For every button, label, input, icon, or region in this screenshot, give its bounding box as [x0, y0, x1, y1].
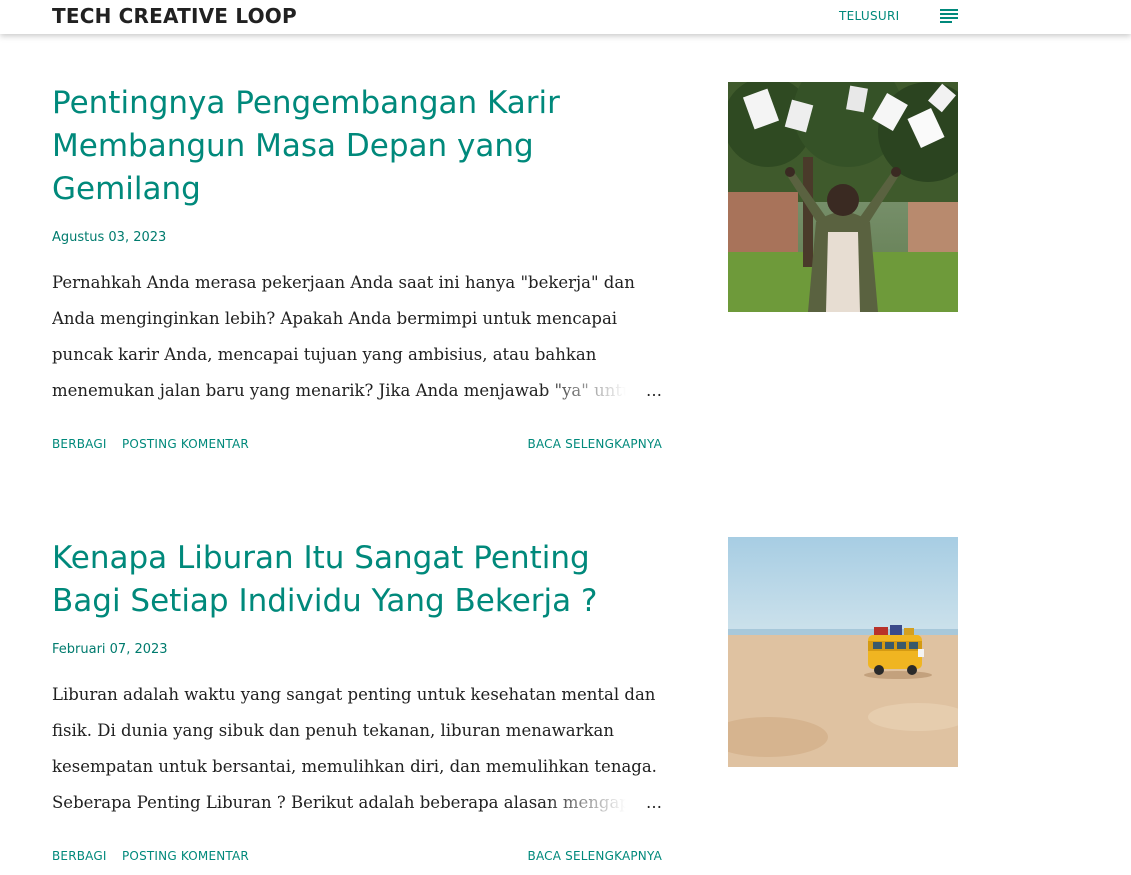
- toy-bus-on-beach-photo: [728, 537, 958, 767]
- read-more-link[interactable]: BACA SELENGKAPNYA: [528, 437, 662, 451]
- post-thumbnail-image[interactable]: [728, 537, 958, 767]
- hamburger-menu-icon[interactable]: [940, 9, 958, 23]
- search-button[interactable]: TELUSURI: [839, 9, 899, 23]
- post-card: Kenapa Liburan Itu Sangat Penting Bagi S…: [52, 537, 960, 875]
- man-celebrating-papers-photo: [728, 82, 958, 312]
- site-title[interactable]: TECH CREATIVE LOOP: [52, 4, 297, 28]
- snippet-ellipsis[interactable]: …: [632, 373, 662, 409]
- top-bar: TECH CREATIVE LOOP TELUSURI: [0, 0, 1131, 34]
- post-actions: BERBAGI POSTING KOMENTAR BACA SELENGKAPN…: [52, 849, 662, 867]
- post-title[interactable]: Pentingnya Pengembangan Karir Membangun …: [52, 82, 662, 211]
- snippet-ellipsis[interactable]: …: [632, 785, 662, 821]
- post-thumbnail-image[interactable]: [728, 82, 958, 312]
- post-snippet: Pernahkah Anda merasa pekerjaan Anda saa…: [52, 265, 662, 409]
- post-date[interactable]: Agustus 03, 2023: [52, 230, 166, 245]
- post-comment-link[interactable]: POSTING KOMENTAR: [122, 437, 249, 451]
- post-title[interactable]: Kenapa Liburan Itu Sangat Penting Bagi S…: [52, 537, 662, 623]
- post-actions: BERBAGI POSTING KOMENTAR BACA SELENGKAPN…: [52, 437, 662, 455]
- read-more-link[interactable]: BACA SELENGKAPNYA: [528, 849, 662, 863]
- share-button[interactable]: BERBAGI: [52, 437, 107, 451]
- share-button[interactable]: BERBAGI: [52, 849, 107, 863]
- post-snippet: Liburan adalah waktu yang sangat penting…: [52, 677, 662, 821]
- post-card: Pentingnya Pengembangan Karir Membangun …: [52, 82, 960, 472]
- post-comment-link[interactable]: POSTING KOMENTAR: [122, 849, 249, 863]
- post-date[interactable]: Februari 07, 2023: [52, 642, 168, 657]
